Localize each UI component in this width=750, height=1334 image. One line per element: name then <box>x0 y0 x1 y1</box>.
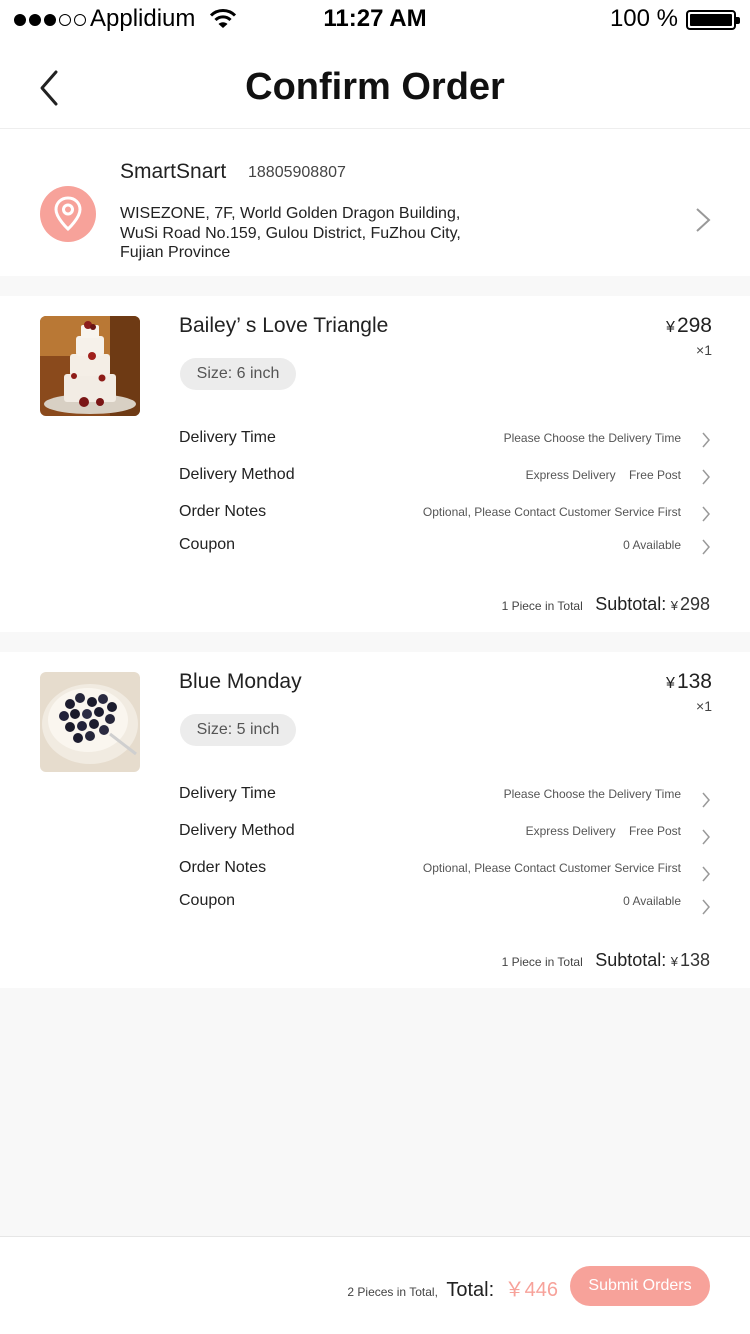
total-label: Total: <box>446 1279 495 1301</box>
delivery-method-row[interactable]: Delivery Method Express Delivery Free Po… <box>179 818 719 848</box>
delivery-method-label: Delivery Method <box>179 466 295 483</box>
order-notes-label: Order Notes <box>179 859 267 876</box>
location-pin-icon <box>40 186 96 242</box>
piece-count: 1 Piece in Total <box>501 599 583 613</box>
subtotal-label: Subtotal: <box>595 594 667 614</box>
delivery-time-label: Delivery Time <box>179 429 276 446</box>
address-text: WISEZONE, 7F, World Golden Dragon Buildi… <box>120 205 461 261</box>
delivery-method-value: Express Delivery Free Post <box>525 468 681 482</box>
delivery-time-value: Please Choose the Delivery Time <box>503 787 681 801</box>
order-item-card: Blue Monday ¥138 ×1 Size: 5 inch Deliver… <box>0 652 750 988</box>
order-item-card: Bailey’ s Love Triangle ¥298 ×1 Size: 6 … <box>0 296 750 632</box>
product-image-blueberry-tart <box>40 672 140 772</box>
chevron-right-icon <box>702 792 710 808</box>
size-badge: Size: 6 inch <box>180 358 296 390</box>
delivery-method-value: Express Delivery Free Post <box>525 824 681 838</box>
subtotal-row: 1 Piece in Total Subtotal: ¥298 <box>502 594 710 615</box>
checkout-bar: 2 Pieces in Total, Total: ￥446 Submit Or… <box>0 1236 750 1334</box>
subtotal-row: 1 Piece in Total Subtotal: ¥138 <box>502 950 710 971</box>
order-total: 2 Pieces in Total, Total: ￥446 <box>347 1273 558 1302</box>
delivery-method-label: Delivery Method <box>179 822 295 839</box>
chevron-right-icon <box>702 539 710 555</box>
order-notes-row[interactable]: Order Notes Optional, Please Contact Cus… <box>179 855 719 885</box>
order-notes-row[interactable]: Order Notes Optional, Please Contact Cus… <box>179 499 719 529</box>
coupon-label: Coupon <box>179 536 236 553</box>
page-title: Confirm Order <box>245 66 505 108</box>
delivery-time-row[interactable]: Delivery Time Please Choose the Delivery… <box>179 425 719 455</box>
product-price: ¥138 <box>666 670 712 693</box>
coupon-label: Coupon <box>179 892 236 909</box>
coupon-row[interactable]: Coupon 0 Available <box>179 888 719 918</box>
recipient-phone: 18805908807 <box>248 164 346 181</box>
coupon-value: 0 Available <box>623 894 681 908</box>
battery-icon <box>686 10 740 30</box>
subtotal-label: Subtotal: <box>595 950 667 970</box>
delivery-method-row[interactable]: Delivery Method Express Delivery Free Po… <box>179 462 719 492</box>
product-name: Bailey’ s Love Triangle <box>179 314 389 337</box>
delivery-time-value: Please Choose the Delivery Time <box>503 431 681 445</box>
chevron-right-icon <box>702 506 710 522</box>
nav-bar: Confirm Order <box>0 40 750 128</box>
delivery-time-label: Delivery Time <box>179 785 276 802</box>
product-quantity: ×1 <box>696 698 712 714</box>
subtotal-amount: ¥298 <box>670 594 710 614</box>
chevron-right-icon <box>702 866 710 882</box>
product-name: Blue Monday <box>179 670 302 693</box>
product-quantity: ×1 <box>696 342 712 358</box>
piece-count: 1 Piece in Total <box>501 955 583 969</box>
size-badge: Size: 5 inch <box>180 714 296 746</box>
chevron-right-icon <box>702 899 710 915</box>
delivery-time-row[interactable]: Delivery Time Please Choose the Delivery… <box>179 781 719 811</box>
chevron-right-icon <box>702 469 710 485</box>
product-image-layer-cake <box>40 316 140 416</box>
product-price: ¥298 <box>666 314 712 337</box>
order-notes-label: Order Notes <box>179 503 267 520</box>
order-notes-value: Optional, Please Contact Customer Servic… <box>422 505 681 519</box>
total-amount: ￥446 <box>504 1279 558 1301</box>
coupon-value: 0 Available <box>623 538 681 552</box>
subtotal-amount: ¥138 <box>670 950 710 970</box>
chevron-right-icon <box>702 432 710 448</box>
total-piece-count: 2 Pieces in Total, <box>347 1285 438 1299</box>
submit-orders-button[interactable]: Submit Orders <box>570 1266 710 1306</box>
delivery-address-card[interactable]: SmartSnart 18805908807 WISEZONE, 7F, Wor… <box>0 128 750 276</box>
order-notes-value: Optional, Please Contact Customer Servic… <box>422 861 681 875</box>
battery-percentage: 100 % <box>609 5 678 32</box>
coupon-row[interactable]: Coupon 0 Available <box>179 532 719 562</box>
chevron-right-icon <box>702 829 710 845</box>
recipient-name: SmartSnart <box>120 160 227 183</box>
chevron-right-icon <box>696 208 711 232</box>
status-bar: Applidium 11:27 AM 100 % <box>0 0 750 40</box>
